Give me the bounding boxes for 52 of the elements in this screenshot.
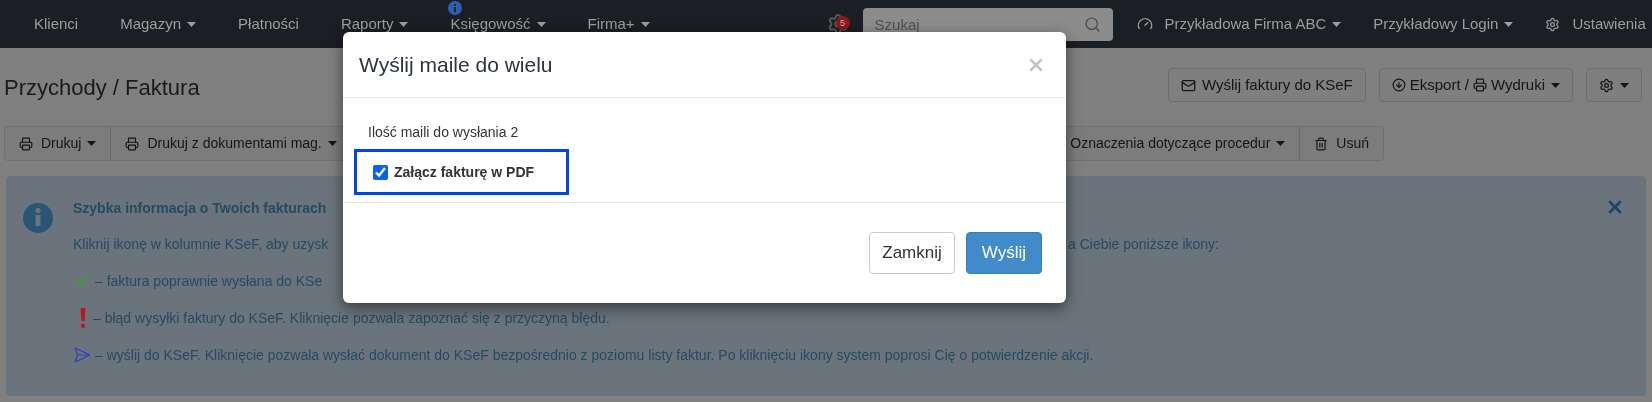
info-title: Szybka informacja o Twoich fakturach xyxy=(73,199,328,218)
toolbar-button[interactable]: Usuń xyxy=(1299,127,1383,160)
caret-icon xyxy=(1332,21,1342,27)
nav-link[interactable]: Przykładowy Login xyxy=(1373,12,1514,36)
printer-icon xyxy=(125,136,140,151)
info-text: – błąd wysyłki faktury do KSeF. Kliknięcie pozwala zapoznać się z przyczyną błędu. xyxy=(93,308,610,328)
caret-icon xyxy=(1504,21,1514,27)
checkbox-label[interactable]: Załącz fakturę w PDF xyxy=(394,161,535,183)
exclamation-icon xyxy=(79,308,87,328)
send-button[interactable]: Wyślij xyxy=(965,232,1042,274)
info-text: – faktura poprawnie wysłana do KSe xyxy=(95,271,323,291)
nav-link[interactable]: Przykładowa Firma ABC xyxy=(1136,12,1342,36)
nav-link[interactable]: Firma+ xyxy=(572,12,665,36)
page-title: Przychody / Faktura xyxy=(4,73,200,102)
export-button[interactable]: Eksport / Wydruki xyxy=(1378,68,1573,102)
notification-count: 5 xyxy=(835,16,850,30)
caret-icon xyxy=(1551,82,1560,88)
nav-link[interactable]: Klienci xyxy=(19,12,94,36)
nav-link[interactable]: Magazyn xyxy=(105,12,212,36)
close-button[interactable]: Zamknij xyxy=(869,232,955,274)
caret-icon xyxy=(399,21,409,27)
caret-icon xyxy=(1276,141,1286,146)
gear-icon xyxy=(1545,16,1561,32)
nav-link[interactable]: Płatności xyxy=(223,12,314,36)
settings-dropdown-button[interactable] xyxy=(1586,68,1642,102)
caret-icon xyxy=(640,21,650,27)
modal-title: Wyślij maile do wielu xyxy=(359,51,553,78)
caret-icon xyxy=(1620,82,1629,88)
trash-icon xyxy=(1314,136,1329,151)
info-text: a Ciebie poniższe ikony: xyxy=(1068,235,1219,254)
nav-link[interactable]: Ustawienia xyxy=(1545,12,1652,36)
info-text: Kliknij ikonę w kolumnie KSeF, aby uzysk xyxy=(73,235,330,254)
search-icon xyxy=(1083,15,1101,33)
caret-icon xyxy=(536,21,546,27)
nav-link[interactable]: Raporty xyxy=(325,12,424,36)
caret-icon xyxy=(327,141,337,146)
info-text: – wyślij do KSeF. Kliknięcie pozwala wysłać dokument do KSeF bezpośrednio z poziomu listy faktur. Po kliknięciu ikony system poprosi Cię o potwierdzenie akcji. xyxy=(95,345,1094,365)
gauge-icon xyxy=(1136,16,1153,32)
send-icon xyxy=(73,346,91,364)
printer-icon xyxy=(19,136,33,151)
caret-icon xyxy=(87,141,97,146)
gear-icon xyxy=(1599,77,1614,93)
printer-icon xyxy=(1472,78,1487,92)
envelope-icon xyxy=(1181,77,1196,93)
info-icon xyxy=(23,203,53,233)
mail-count-text: Ilość maili do wysłania 2 xyxy=(368,123,520,142)
nav-link[interactable]: Księgowość xyxy=(435,12,561,36)
checkbox[interactable] xyxy=(373,164,388,180)
send-ksef-button[interactable]: Wyślij faktury do KSeF xyxy=(1168,68,1366,102)
toolbar-button[interactable]: Drukuj xyxy=(5,127,112,160)
download-icon xyxy=(1391,78,1406,92)
caret-icon xyxy=(187,21,197,27)
